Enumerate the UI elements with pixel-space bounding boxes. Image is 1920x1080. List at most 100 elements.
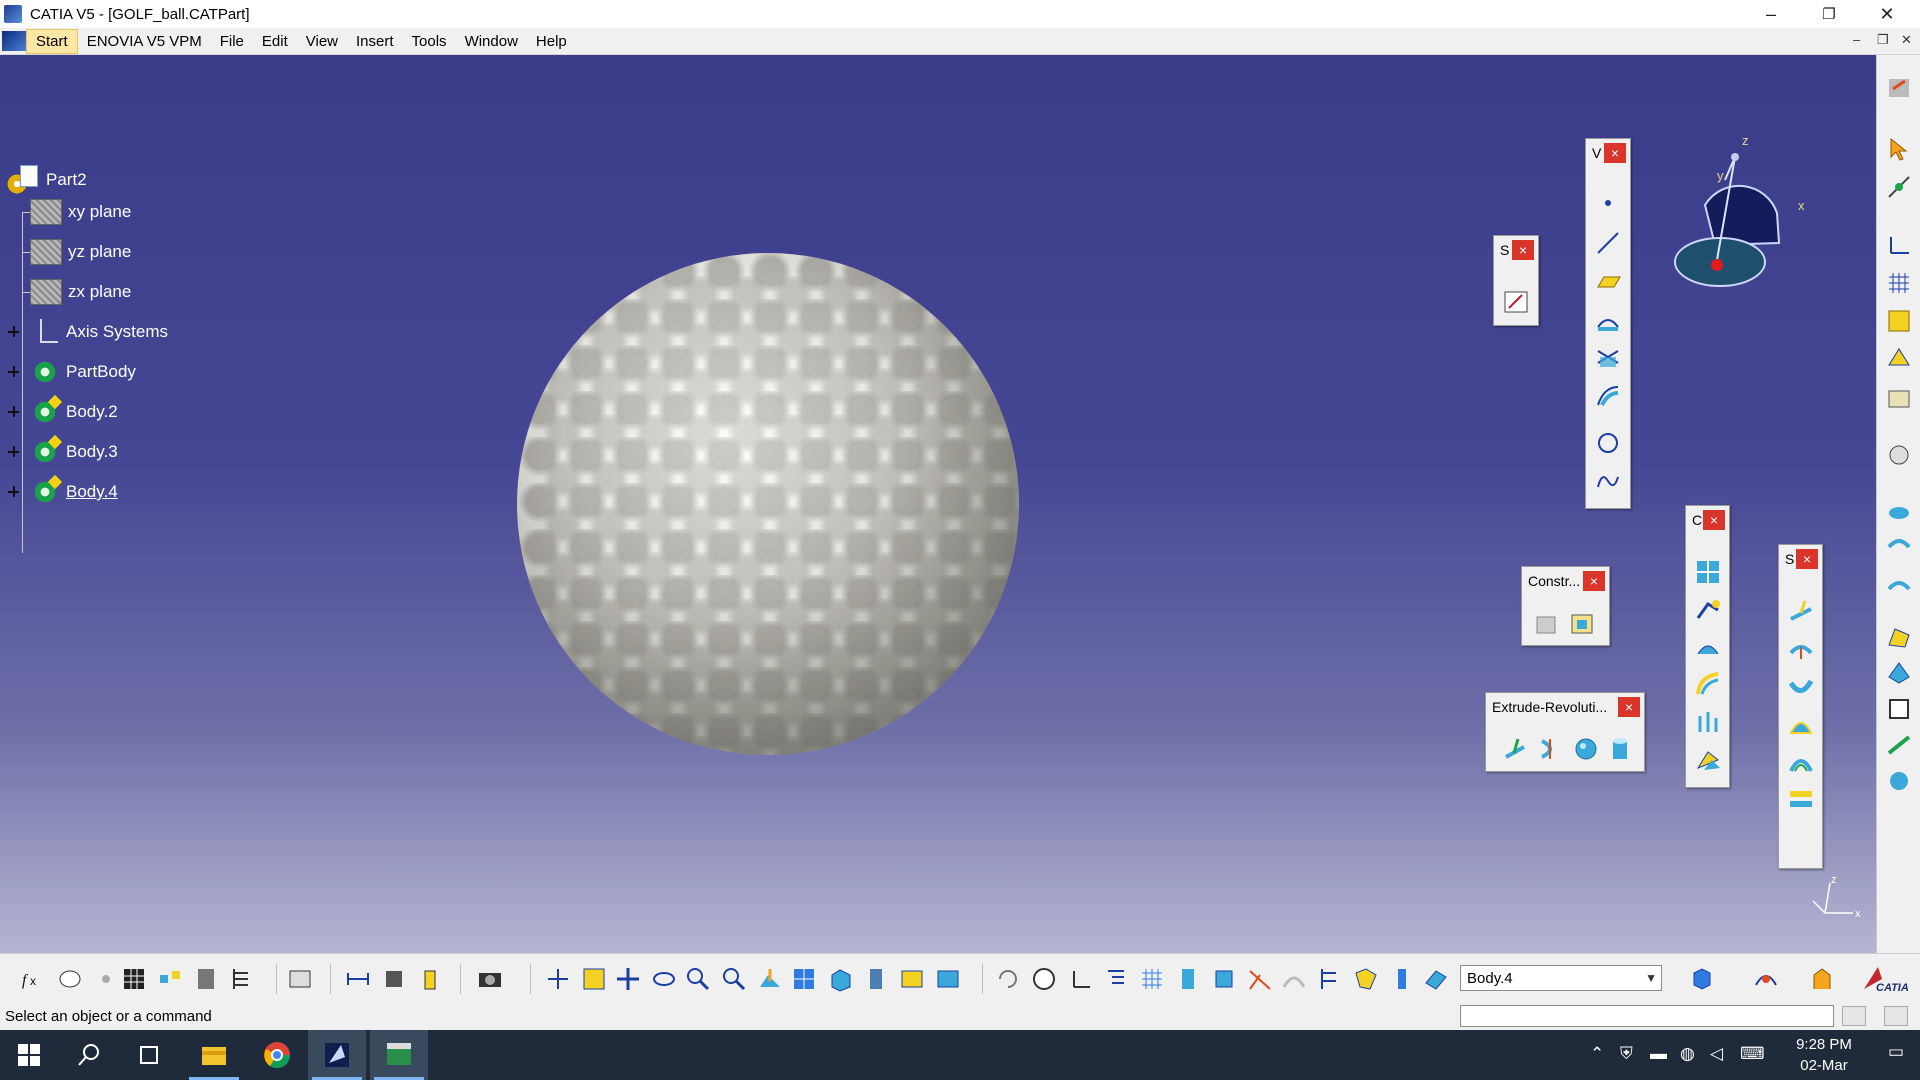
law-icon[interactable] [156,965,184,993]
zoom-in-icon[interactable] [684,965,712,993]
menu-help[interactable]: Help [527,30,576,53]
current-body-select[interactable]: Body.4 ▼ [1460,965,1662,991]
fill-icon[interactable] [1787,711,1815,739]
shape-fillet-icon[interactable] [1885,731,1913,759]
cube-view-icon[interactable] [1210,965,1238,993]
swap-visible-space-icon[interactable] [934,965,962,993]
intersection-icon[interactable] [1594,343,1622,371]
chevron-up-icon[interactable]: ⌃ [1590,1044,1604,1064]
close-button[interactable]: ✕ [1858,0,1916,28]
menu-file[interactable]: File [211,30,253,53]
loft-tool-icon[interactable] [1885,569,1913,597]
formula-icon[interactable]: fx [20,965,48,993]
task-view-icon[interactable] [120,1030,178,1080]
toolbar-close-button[interactable]: × [1796,549,1818,569]
menu-enovia[interactable]: ENOVIA V5 VPM [78,30,211,53]
spline-icon[interactable] [1594,467,1622,495]
expand-icon[interactable] [8,446,19,457]
surface-tool-icon[interactable] [1885,623,1913,651]
extrude-revolution-toolbar[interactable]: Extrude-Revoluti... × [1485,692,1645,772]
pan-icon[interactable] [614,965,642,993]
tree-item-xy-plane[interactable]: xy plane [30,197,131,227]
knowledge-advisor-icon[interactable] [56,965,84,993]
constraint-defined-icon[interactable] [1568,609,1596,637]
catia-taskbar-icon[interactable] [308,1030,366,1080]
analysis-icon[interactable] [1885,767,1913,795]
normal-view-icon[interactable] [756,965,784,993]
part-design-icon[interactable] [1688,965,1716,993]
security-shield-icon[interactable]: ⛨ [1620,1044,1633,1064]
tree-item-partbody[interactable]: PartBody [6,357,136,387]
define-in-work-object-icon[interactable] [1422,965,1450,993]
file-explorer-icon[interactable] [185,1030,243,1080]
zoom-out-icon[interactable] [720,965,748,993]
shading-icon[interactable] [862,965,890,993]
update-icon[interactable] [286,965,314,993]
line-icon[interactable] [1594,229,1622,257]
constraints-toolbar[interactable]: Constr... × [1521,566,1610,646]
menu-insert[interactable]: Insert [347,30,403,53]
expand-icon[interactable] [8,406,19,417]
fly-mode-icon[interactable] [544,965,572,993]
minimize-button[interactable]: – [1742,0,1800,28]
catia-menu-logo-icon[interactable] [2,31,26,51]
chrome-icon[interactable] [248,1030,306,1080]
show-icon[interactable] [1280,965,1308,993]
toolbar-close-button[interactable]: × [1604,143,1626,163]
sphere-view-icon[interactable] [1030,965,1058,993]
power-input-button[interactable] [1842,1006,1866,1026]
restore-button[interactable]: ❐ [1800,0,1858,28]
point-icon[interactable] [1594,189,1622,217]
network-globe-icon[interactable]: ◍ [1680,1044,1695,1064]
undo-icon[interactable] [994,965,1022,993]
expand-icon[interactable] [8,486,19,497]
sketcher-toolbar[interactable]: S × [1493,235,1539,326]
search-icon[interactable] [60,1030,118,1080]
notification-icon[interactable]: ▭ [1888,1042,1904,1062]
menu-window[interactable]: Window [456,30,527,53]
sphere-icon[interactable] [1572,735,1600,763]
tree-item-body-4[interactable]: Body.4 [6,477,118,507]
geometrical-set-icon[interactable] [1885,383,1913,411]
menu-start[interactable]: Start [26,28,78,54]
expand-icon[interactable] [8,366,19,377]
thickness-tool-icon[interactable] [1885,695,1913,723]
constraint-icon[interactable] [1532,609,1560,637]
plane-icon[interactable] [1594,267,1622,295]
select-arrow-icon[interactable] [1885,135,1913,163]
ruler-icon[interactable] [1388,965,1416,993]
cylinder-icon[interactable] [1606,735,1634,763]
point-cloud-icon[interactable] [1885,173,1913,201]
document-restore-button[interactable]: ❐ [1877,32,1889,48]
power-input-field[interactable] [1460,1005,1834,1027]
battery-icon[interactable]: ▬ [1650,1044,1667,1064]
multi-section-surface-icon[interactable] [1787,747,1815,775]
measure-inertia-icon[interactable] [416,965,444,993]
right-toolbar[interactable] [1876,55,1920,953]
taskbar-clock[interactable]: 9:28 PM 02-Mar [1776,1034,1872,1076]
tree-icon[interactable] [1102,965,1130,993]
fit-all-icon[interactable] [580,965,608,993]
compass-widget[interactable]: z y x [1665,135,1815,295]
measure-icon[interactable] [192,965,220,993]
stop-command-button[interactable] [1884,1006,1908,1026]
3d-viewport[interactable]: Part2 xy plane yz plane zx plane Axis Sy… [0,55,1876,953]
wireframe-toolbar[interactable]: V × [1585,138,1631,509]
design-table-icon[interactable] [120,965,148,993]
extrude-icon[interactable] [1502,735,1530,763]
shape-design-icon[interactable] [1752,965,1780,993]
axis-insert-icon[interactable] [1066,965,1094,993]
menu-view[interactable]: View [297,30,347,53]
menu-edit[interactable]: Edit [253,30,297,53]
extract-icon[interactable] [1694,708,1722,736]
multi-view-icon[interactable] [790,965,818,993]
hide-icon[interactable] [1246,965,1274,993]
hide-show-icon[interactable] [898,965,926,993]
projection-icon[interactable] [1594,307,1622,335]
document-minimize-button[interactable]: – [1853,32,1860,47]
document-close-button[interactable]: ✕ [1901,32,1912,48]
expand-icon[interactable] [8,326,19,337]
blend-icon[interactable] [1787,785,1815,813]
toolbar-close-button[interactable]: × [1703,510,1725,530]
axis-system-icon[interactable] [1885,231,1913,259]
